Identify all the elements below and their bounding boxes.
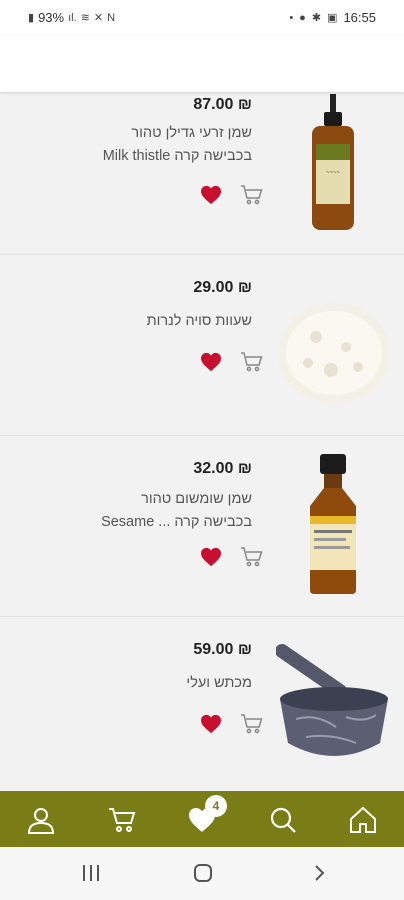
- product-list[interactable]: ₪ 87.00 שמן זרעי גדילן טהור בכבישה קרה M…: [0, 92, 404, 791]
- user-icon: [27, 808, 55, 834]
- status-left: ▮ 93% ıl. ≋ ✕ N: [28, 10, 115, 25]
- nfc-icon: N: [107, 11, 116, 24]
- product-name[interactable]: שמן שומשום טהור בכבישה קרה ... Sesame: [52, 488, 252, 534]
- nav-account[interactable]: [26, 805, 56, 835]
- favorite-heart-icon[interactable]: [200, 714, 222, 734]
- amber-dropper-bottle-image[interactable]: ~~~~: [276, 94, 392, 234]
- product-name[interactable]: שמן זרעי גדילן טהור בכבישה קרה Milk this…: [52, 122, 252, 168]
- app-header: [0, 36, 404, 92]
- product-name-line1: מכתש ועלי: [186, 675, 252, 691]
- favorite-heart-icon[interactable]: [200, 352, 222, 372]
- back-icon[interactable]: [308, 863, 330, 883]
- mute-icon: ✕: [93, 12, 104, 24]
- product-name-line1: שמן שומשום טהור: [141, 491, 252, 507]
- add-to-cart-icon[interactable]: [240, 546, 264, 568]
- battery-icon: ▮: [28, 12, 35, 24]
- nav-cart[interactable]: [107, 805, 137, 835]
- home-button-icon[interactable]: [192, 863, 214, 883]
- svg-text:~~~~: ~~~~: [326, 170, 341, 176]
- bottom-nav: 4: [0, 791, 404, 847]
- soy-wax-flakes-image[interactable]: [276, 275, 392, 415]
- favorite-heart-icon[interactable]: [200, 547, 222, 567]
- add-to-cart-icon[interactable]: [240, 184, 264, 206]
- product-actions: [200, 351, 264, 373]
- product-item[interactable]: ₪ 32.00 שמן שומשום טהור בכבישה קרה ... S…: [0, 436, 404, 617]
- dot-icon: •: [289, 11, 294, 24]
- status-right: • ● ✱ ▣ 16:55: [289, 10, 376, 25]
- product-name-line2: בכבישה קרה ... Sesame: [101, 514, 252, 530]
- product-price: ₪ 32.00: [193, 460, 252, 477]
- product-item[interactable]: ₪ 29.00 שעוות סויה לנרות: [0, 255, 404, 436]
- product-name[interactable]: שעוות סויה לנרות: [52, 310, 252, 333]
- gallery-notification-icon: ▣: [327, 12, 338, 24]
- product-name-line1: שעוות סויה לנרות: [146, 313, 252, 329]
- product-price: ₪ 59.00: [193, 641, 252, 658]
- product-name-line2: בכבישה קרה Milk thistle: [102, 148, 252, 164]
- settings-notification-icon: ✱: [311, 12, 322, 24]
- favorites-count-badge: 4: [205, 795, 227, 817]
- recent-apps-icon[interactable]: [80, 863, 102, 883]
- add-to-cart-icon[interactable]: [240, 351, 264, 373]
- product-name-line1: שמן זרעי גדילן טהור: [131, 125, 252, 141]
- marble-mortar-pestle-image[interactable]: [275, 637, 392, 777]
- product-actions: [200, 546, 264, 568]
- product-name[interactable]: מכתש ועלי: [52, 672, 252, 695]
- signal-icon: ıl.: [68, 11, 77, 24]
- product-item[interactable]: ₪ 87.00 שמן זרעי גדילן טהור בכבישה קרה M…: [0, 92, 404, 255]
- system-nav-bar: [0, 847, 404, 900]
- app-notification-icon: ●: [299, 11, 306, 24]
- nav-favorites[interactable]: 4: [187, 795, 227, 835]
- product-item[interactable]: ₪ 59.00 מכתש ועלי: [0, 617, 404, 791]
- product-price: ₪ 29.00: [193, 279, 252, 296]
- product-price: ₪ 87.00: [193, 96, 252, 113]
- battery-level: 93%: [38, 10, 65, 25]
- product-actions: [200, 713, 264, 735]
- home-icon: [350, 806, 376, 833]
- add-to-cart-icon[interactable]: [240, 713, 264, 735]
- nav-search[interactable]: [268, 805, 298, 835]
- amber-oil-bottle-image[interactable]: [276, 454, 392, 594]
- product-actions: [200, 184, 264, 206]
- cart-icon: [109, 808, 136, 832]
- nav-home[interactable]: [348, 805, 378, 835]
- wifi-icon: ≋: [80, 12, 90, 24]
- favorite-heart-icon[interactable]: [200, 185, 222, 205]
- search-icon: [270, 807, 296, 833]
- clock: 16:55: [343, 10, 376, 25]
- status-bar: ▮ 93% ıl. ≋ ✕ N • ● ✱ ▣ 16:55: [0, 0, 404, 36]
